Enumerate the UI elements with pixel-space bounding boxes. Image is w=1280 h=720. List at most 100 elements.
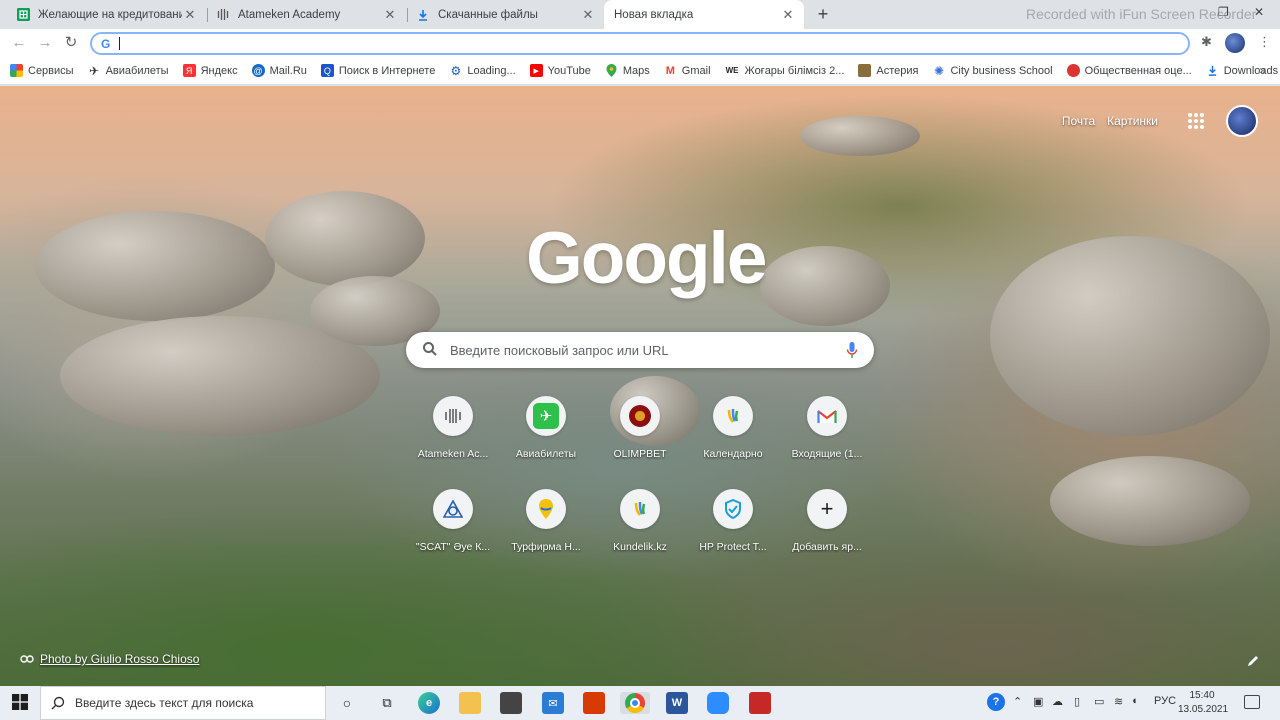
we-icon: WE bbox=[725, 66, 739, 75]
bookmark-loading[interactable]: ⚙ Loading... bbox=[449, 64, 515, 78]
address-bar[interactable]: G bbox=[90, 32, 1190, 55]
maximize-icon[interactable]: ❐ bbox=[1218, 5, 1229, 19]
kundelik-icon bbox=[713, 396, 753, 436]
usb-icon[interactable]: ▯ bbox=[1074, 695, 1080, 708]
mail-icon[interactable]: ✉ bbox=[542, 692, 564, 714]
shortcut-gmail-inbox[interactable]: Входящие (1... bbox=[779, 386, 875, 470]
customize-pencil-icon[interactable] bbox=[1246, 654, 1260, 668]
background-rock bbox=[760, 246, 890, 326]
notifications-icon[interactable] bbox=[1244, 695, 1260, 709]
chrome-icon[interactable] bbox=[620, 692, 650, 714]
photo-credit-text: Photo by Giulio Rosso Chioso bbox=[40, 652, 200, 666]
new-tab-button[interactable]: + bbox=[812, 3, 834, 25]
cortana-icon[interactable]: ○ bbox=[336, 692, 358, 714]
tab-strip: Желающие на кредитование Ф ✕ Atameken Ac… bbox=[0, 0, 1280, 29]
close-icon[interactable]: ✕ bbox=[780, 7, 796, 23]
office-icon[interactable] bbox=[583, 692, 605, 714]
mail-link[interactable]: Почта bbox=[1062, 114, 1095, 128]
close-icon[interactable]: ✕ bbox=[182, 7, 198, 23]
shortcut-atameken[interactable]: Atameken Ac... bbox=[405, 386, 501, 470]
google-apps-icon[interactable] bbox=[1188, 113, 1204, 129]
text-caret bbox=[119, 37, 120, 50]
screen-recorder-icon[interactable] bbox=[749, 692, 771, 714]
bookmark-youtube[interactable]: ▶ YouTube bbox=[529, 64, 591, 77]
images-link[interactable]: Картинки bbox=[1107, 114, 1158, 128]
back-icon[interactable]: ← bbox=[10, 34, 28, 52]
battery-icon[interactable]: ▭ bbox=[1094, 695, 1104, 708]
address-input[interactable] bbox=[122, 34, 1172, 53]
cloud-icon[interactable]: ☁ bbox=[1052, 695, 1063, 708]
system-clock[interactable]: 15:40 13.05.2021 bbox=[1178, 689, 1228, 717]
help-icon[interactable]: ? bbox=[987, 693, 1005, 711]
bookmark-yandex[interactable]: Я Яндекс bbox=[182, 64, 238, 77]
kundelik-icon bbox=[620, 489, 660, 529]
bookmark-services[interactable]: Сервисы bbox=[10, 64, 74, 77]
account-avatar[interactable] bbox=[1226, 105, 1258, 137]
photo-credit[interactable]: Photo by Giulio Rosso Chioso bbox=[20, 652, 199, 666]
bookmark-label: Поиск в Интернете bbox=[338, 64, 436, 77]
shortcut-label: Kundelik.kz bbox=[613, 541, 667, 553]
shortcut-calendar[interactable]: Календарно bbox=[685, 386, 781, 470]
menu-icon[interactable]: ⋮ bbox=[1258, 34, 1271, 50]
bookmark-gmail[interactable]: M Gmail bbox=[664, 64, 711, 77]
wifi-icon[interactable]: ≋ bbox=[1114, 695, 1123, 708]
shortcut-scat[interactable]: "SCAT" Әуе К... bbox=[405, 479, 501, 563]
bookmark-we[interactable]: WE Жоғары білімсіз 2... bbox=[725, 64, 845, 77]
shortcut-add[interactable]: + Добавить яр... bbox=[779, 479, 875, 563]
tray-app-icon[interactable]: ▣ bbox=[1033, 695, 1043, 708]
tab-title: Новая вкладка bbox=[614, 8, 694, 21]
apps-icon bbox=[10, 64, 23, 77]
shortcut-travel-agency[interactable]: Турфирма Н... bbox=[498, 479, 594, 563]
edge-icon[interactable]: e bbox=[418, 692, 440, 714]
language-indicator[interactable]: РУС bbox=[1154, 695, 1176, 707]
bookmark-downloads[interactable]: Downloads bbox=[1206, 64, 1278, 77]
close-icon[interactable]: ✕ bbox=[382, 7, 398, 23]
atameken-icon bbox=[433, 396, 473, 436]
ntp-search-input[interactable] bbox=[450, 332, 840, 368]
bookmark-mailru[interactable]: @ Mail.Ru bbox=[251, 64, 307, 77]
close-icon[interactable]: ✕ bbox=[580, 7, 596, 23]
background-rock bbox=[990, 236, 1270, 436]
bookmark-city-business-school[interactable]: ✺ City business School bbox=[932, 63, 1053, 78]
tab-new-tab[interactable]: Новая вкладка ✕ bbox=[604, 0, 804, 29]
bookmark-public-rating[interactable]: Общественная оце... bbox=[1066, 64, 1192, 77]
zoom-icon[interactable] bbox=[707, 692, 729, 714]
profile-avatar[interactable] bbox=[1225, 33, 1245, 53]
tab-sheets[interactable]: Желающие на кредитование Ф ✕ bbox=[8, 0, 206, 29]
close-window-icon[interactable]: ✕ bbox=[1254, 5, 1264, 19]
google-logo: Google bbox=[526, 218, 767, 299]
yandex-icon: Я bbox=[182, 64, 196, 77]
taskbar-search[interactable]: Введите здесь текст для поиска bbox=[40, 686, 326, 720]
bookmark-aviabilety[interactable]: ✈ Авиабилеты bbox=[88, 64, 169, 78]
tab-atameken[interactable]: Atameken Academy ✕ bbox=[208, 0, 406, 29]
shortcut-label: Входящие (1... bbox=[791, 448, 863, 460]
windows-start-icon[interactable] bbox=[12, 694, 28, 710]
extensions-icon[interactable]: ✱ bbox=[1201, 34, 1212, 50]
chevron-up-icon[interactable]: ⌃ bbox=[1013, 695, 1022, 708]
tab-title: Atameken Academy bbox=[238, 8, 341, 21]
word-icon[interactable]: W bbox=[666, 692, 688, 714]
microphone-icon[interactable] bbox=[846, 341, 858, 359]
file-explorer-icon[interactable] bbox=[459, 692, 481, 714]
forward-icon[interactable]: → bbox=[36, 34, 54, 52]
shortcut-aviabilety[interactable]: ✈ Авиабилеты bbox=[498, 386, 594, 470]
shortcut-kundelik[interactable]: Kundelik.kz bbox=[592, 479, 688, 563]
task-view-icon[interactable]: ⧉ bbox=[376, 692, 398, 714]
bookmarks-bar: Сервисы ✈ Авиабилеты Я Яндекс @ Mail.Ru … bbox=[0, 57, 1280, 85]
city-icon: ✺ bbox=[933, 63, 945, 78]
volume-icon[interactable]: ◖ bbox=[1131, 695, 1138, 707]
store-icon[interactable] bbox=[500, 692, 522, 714]
bookmark-internet-search[interactable]: Q Поиск в Интернете bbox=[320, 64, 436, 77]
shortcut-olimpbet[interactable]: OLIMPBET bbox=[592, 386, 688, 470]
toolbar: ← → ↻ G ✱ ⋮ bbox=[0, 29, 1280, 57]
bookmarks-overflow-icon[interactable]: » bbox=[1259, 63, 1266, 77]
download-icon bbox=[1206, 64, 1219, 77]
bookmark-maps[interactable]: Maps bbox=[605, 64, 650, 77]
bookmark-asteria[interactable]: Астерия bbox=[858, 64, 918, 77]
background-rock bbox=[1050, 456, 1250, 546]
ntp-search-box[interactable] bbox=[406, 332, 874, 368]
scat-icon bbox=[433, 489, 473, 529]
reload-icon[interactable]: ↻ bbox=[62, 34, 80, 52]
tab-downloads[interactable]: Скачанные файлы ✕ bbox=[408, 0, 604, 29]
shortcut-hp-protect[interactable]: HP Protect T... bbox=[685, 479, 781, 563]
